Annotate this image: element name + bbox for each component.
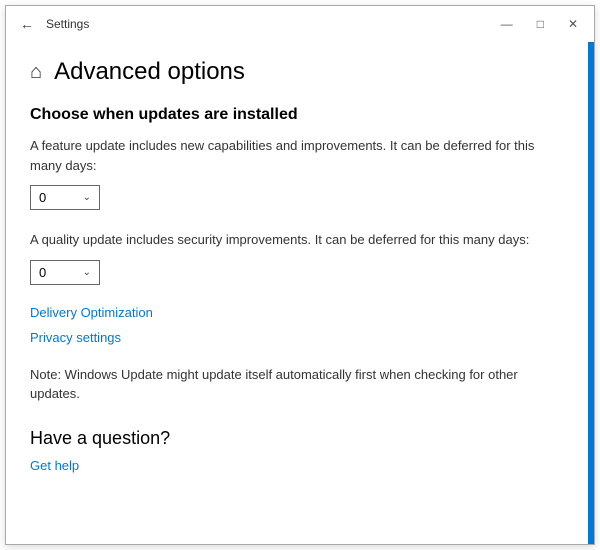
section-title: Choose when updates are installed <box>30 106 564 124</box>
sidebar-accent <box>588 42 594 544</box>
maximize-button[interactable]: □ <box>533 16 548 32</box>
title-bar-controls: — □ ✕ <box>497 16 582 32</box>
settings-window: ← Settings — □ ✕ ⌂ Advanced options Choo… <box>5 5 595 545</box>
have-a-question-title: Have a question? <box>30 428 564 449</box>
close-button[interactable]: ✕ <box>564 16 582 32</box>
page-title: Advanced options <box>54 58 245 86</box>
feature-update-value: 0 <box>39 190 46 205</box>
window-title: Settings <box>46 17 89 31</box>
delivery-optimization-link[interactable]: Delivery Optimization <box>30 305 564 320</box>
privacy-settings-link[interactable]: Privacy settings <box>30 330 564 345</box>
feature-update-dropdown[interactable]: 0 ⌄ <box>30 185 100 210</box>
quality-update-dropdown[interactable]: 0 ⌄ <box>30 260 100 285</box>
back-button[interactable]: ← <box>18 14 36 34</box>
minimize-button[interactable]: — <box>497 16 517 32</box>
page-header: ⌂ Advanced options <box>30 58 564 86</box>
feature-dropdown-arrow: ⌄ <box>83 192 91 203</box>
quality-update-description: A quality update includes security impro… <box>30 230 564 250</box>
quality-update-value: 0 <box>39 265 46 280</box>
main-content: ⌂ Advanced options Choose when updates a… <box>6 42 588 544</box>
quality-dropdown-arrow: ⌄ <box>83 267 91 278</box>
feature-update-dropdown-wrapper: 0 ⌄ <box>30 185 564 210</box>
title-bar-left: ← Settings <box>18 14 89 34</box>
title-bar: ← Settings — □ ✕ <box>6 6 594 42</box>
feature-update-description: A feature update includes new capabiliti… <box>30 136 564 175</box>
get-help-link[interactable]: Get help <box>30 458 79 473</box>
home-icon: ⌂ <box>30 61 42 84</box>
note-text: Note: Windows Update might update itself… <box>30 365 564 404</box>
window-inner: ⌂ Advanced options Choose when updates a… <box>6 42 594 544</box>
quality-update-dropdown-wrapper: 0 ⌄ <box>30 260 564 285</box>
links-section: Delivery Optimization Privacy settings <box>30 305 564 345</box>
